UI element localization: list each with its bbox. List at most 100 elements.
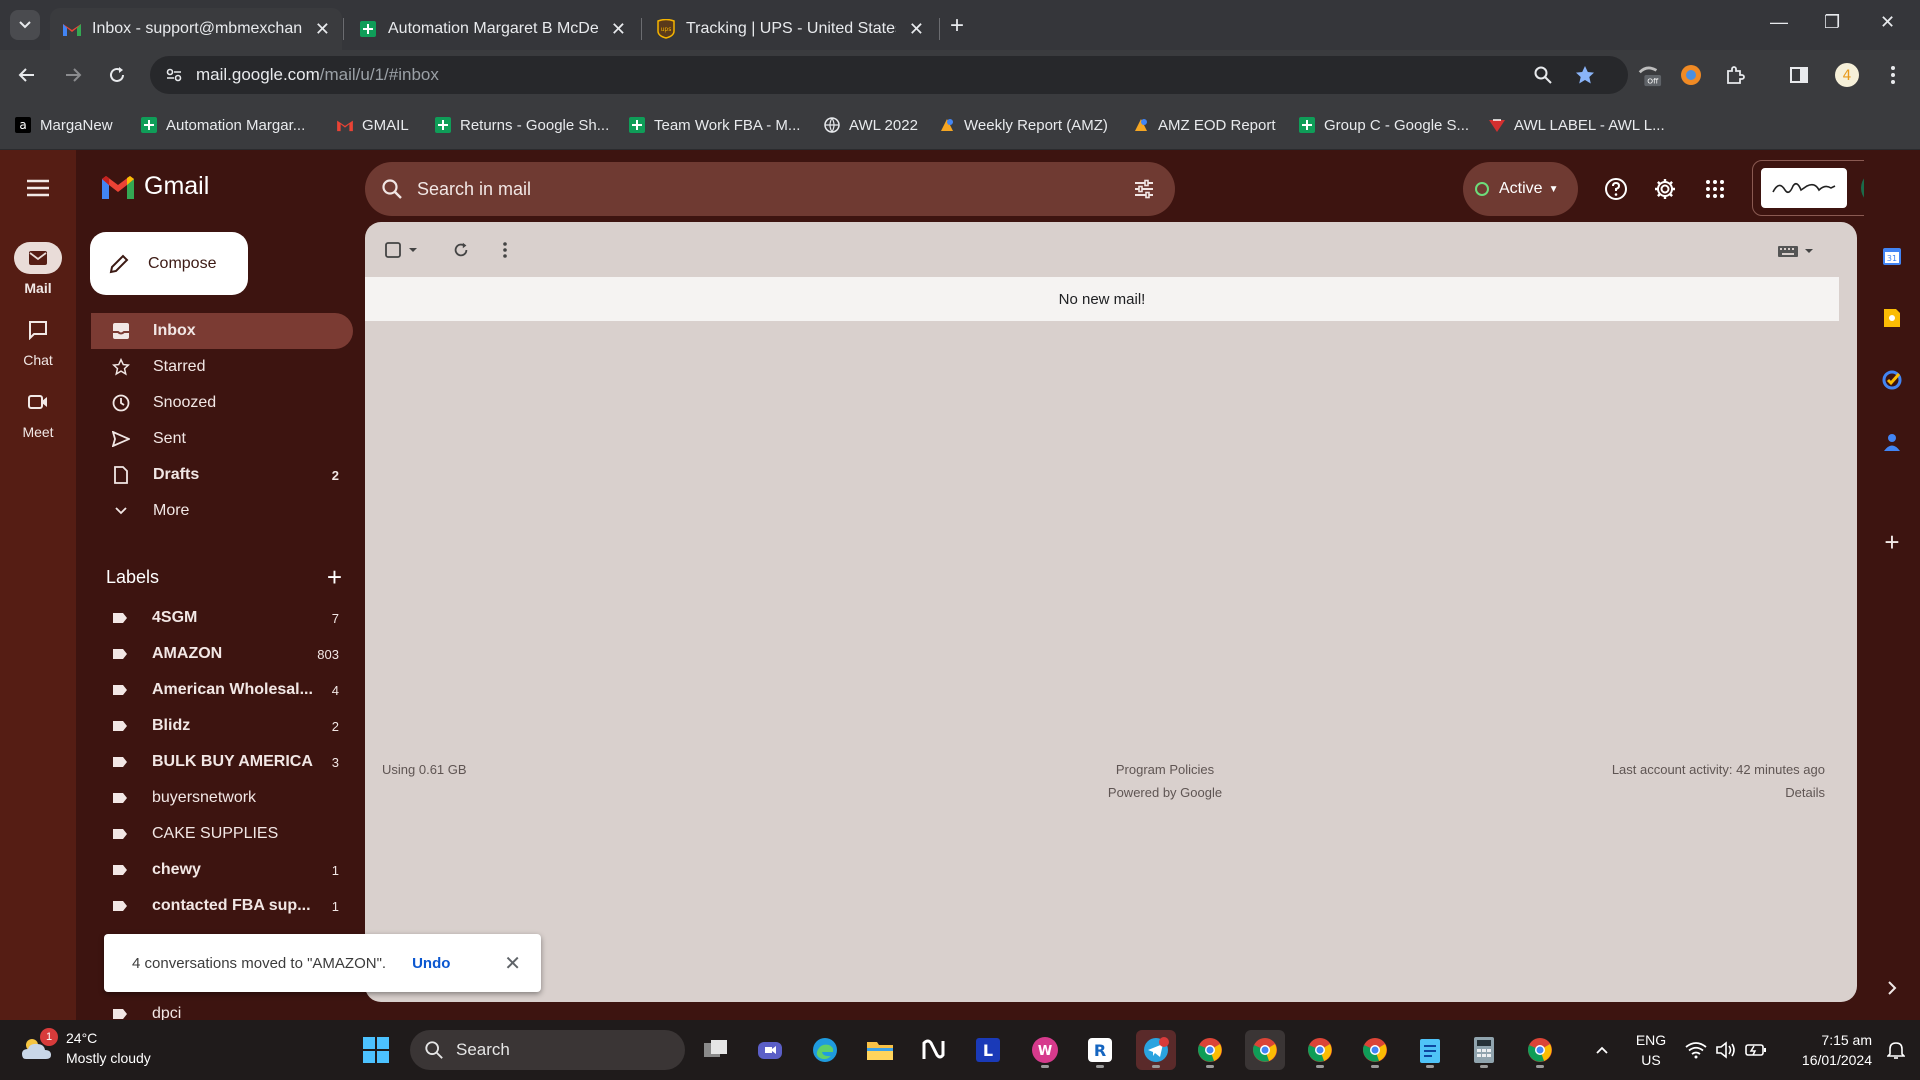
clock[interactable]: 7:15 am 16/01/2024 — [1782, 1030, 1872, 1070]
program-policies-link[interactable]: Program Policies — [1005, 762, 1325, 777]
search-icon[interactable] — [381, 178, 403, 200]
bookmark-weekly-report[interactable]: Weekly Report (AMZ) — [938, 114, 1108, 136]
nav-snoozed[interactable]: Snoozed — [91, 385, 353, 421]
calendar-icon[interactable]: 31 — [1880, 244, 1904, 268]
forward-arrow-icon[interactable] — [60, 62, 86, 88]
select-all-checkbox[interactable] — [385, 242, 421, 258]
chevron-right-icon[interactable] — [1880, 976, 1904, 1000]
app-n-icon[interactable] — [914, 1030, 954, 1070]
keep-icon[interactable] — [1880, 306, 1904, 330]
calculator-icon[interactable] — [1464, 1030, 1504, 1070]
label-item[interactable]: AMAZON 803 — [91, 636, 353, 672]
extension-orange-icon[interactable] — [1678, 62, 1704, 88]
search-input[interactable]: Search in mail — [417, 179, 531, 200]
label-item[interactable]: 4SGM 7 — [91, 600, 353, 636]
file-explorer-icon[interactable] — [860, 1030, 900, 1070]
tab-inbox[interactable]: Inbox - support@mbmexchange.com ✕ — [50, 8, 342, 50]
rail-meet[interactable]: Meet — [0, 386, 76, 440]
windows-start-icon[interactable] — [362, 1036, 390, 1064]
site-settings-icon[interactable] — [164, 65, 186, 85]
taskbar-search[interactable]: Search — [410, 1030, 685, 1070]
input-language[interactable]: ENG US — [1628, 1030, 1674, 1070]
bookmark-gmail[interactable]: GMAIL — [336, 114, 409, 136]
edge-icon[interactable] — [805, 1030, 845, 1070]
tab-ups-tracking[interactable]: ups Tracking | UPS - United States ✕ — [644, 8, 936, 50]
nav-starred[interactable]: Starred — [91, 349, 353, 385]
teams-meet-icon[interactable] — [750, 1030, 790, 1070]
notification-bell-icon[interactable] — [1876, 1030, 1916, 1070]
bookmark-returns[interactable]: Returns - Google Sh... — [434, 114, 609, 136]
reload-icon[interactable] — [104, 62, 130, 88]
label-item[interactable]: chewy 1 — [91, 852, 353, 888]
new-tab-plus-icon[interactable]: + — [950, 12, 964, 40]
bookmark-awl-label[interactable]: AWL LABEL - AWL L... — [1488, 114, 1665, 136]
app-w-icon[interactable]: W — [1025, 1030, 1065, 1070]
bookmark-group-c[interactable]: Group C - Google S... — [1298, 114, 1469, 136]
nav-drafts[interactable]: Drafts 2 — [91, 457, 353, 493]
add-addon-plus-icon[interactable]: + — [1880, 527, 1904, 557]
search-options-icon[interactable] — [1133, 179, 1155, 199]
notepad-icon[interactable] — [1410, 1030, 1450, 1070]
compose-button[interactable]: Compose — [90, 232, 248, 295]
tab-search-button[interactable] — [10, 10, 40, 40]
more-options-icon[interactable] — [502, 241, 508, 259]
input-tools-keyboard-icon[interactable] — [1777, 244, 1815, 258]
task-view-icon[interactable] — [696, 1030, 736, 1070]
settings-gear-icon[interactable] — [1652, 176, 1678, 202]
undo-button[interactable]: Undo — [412, 955, 450, 972]
apps-grid-icon[interactable] — [1702, 176, 1728, 202]
tray-chevron-up-icon[interactable] — [1582, 1030, 1622, 1070]
gmail-logo[interactable]: Gmail — [100, 172, 209, 201]
chrome-profile-1-icon[interactable] — [1190, 1030, 1230, 1070]
bookmark-star-icon[interactable] — [1572, 62, 1598, 88]
nav-more[interactable]: More — [91, 493, 353, 529]
search-bar[interactable]: Search in mail — [365, 162, 1175, 216]
bookmark-team-work[interactable]: Team Work FBA - M... — [628, 114, 800, 136]
close-icon[interactable]: ✕ — [899, 19, 924, 40]
app-r-icon[interactable]: R — [1080, 1030, 1120, 1070]
tasks-icon[interactable] — [1880, 368, 1904, 392]
nav-sent[interactable]: Sent — [91, 421, 353, 457]
add-label-plus-icon[interactable]: + — [327, 562, 342, 593]
window-close-icon[interactable]: ✕ — [1880, 12, 1895, 33]
main-menu-icon[interactable] — [24, 178, 52, 198]
rail-chat[interactable]: Chat — [0, 314, 76, 368]
weather-widget[interactable]: 1 24°C Mostly cloudy — [20, 1028, 151, 1068]
chrome-profile-3-icon[interactable] — [1300, 1030, 1340, 1070]
chrome-profile-5-icon[interactable] — [1520, 1030, 1560, 1070]
minimize-icon[interactable]: — — [1770, 12, 1788, 33]
quick-settings[interactable] — [1676, 1030, 1776, 1070]
extensions-puzzle-icon[interactable] — [1722, 62, 1748, 88]
label-item[interactable]: BULK BUY AMERICA 3 — [91, 744, 353, 780]
close-icon[interactable]: ✕ — [305, 19, 330, 40]
status-dropdown[interactable]: Active ▼ — [1463, 162, 1578, 216]
close-icon[interactable]: ✕ — [504, 951, 521, 976]
bookmark-amz-eod[interactable]: AMZ EOD Report — [1132, 114, 1276, 136]
label-item[interactable]: contacted FBA sup... 1 — [91, 888, 353, 924]
label-item[interactable]: CAKE SUPPLIES — [91, 816, 353, 852]
zoom-icon[interactable] — [1530, 62, 1556, 88]
label-item[interactable]: American Wholesal... 4 — [91, 672, 353, 708]
tab-automation[interactable]: Automation Margaret B McDermott ✕ — [346, 8, 638, 50]
address-bar[interactable]: mail.google.com/mail/u/1/#inbox — [150, 56, 1628, 94]
chrome-menu-icon[interactable] — [1880, 62, 1906, 88]
telegram-icon[interactable] — [1136, 1030, 1176, 1070]
app-l-icon[interactable]: L — [968, 1030, 1008, 1070]
activity-details-link[interactable]: Details — [1395, 785, 1825, 800]
bookmark-awl-2022[interactable]: AWL 2022 — [823, 114, 918, 136]
close-icon[interactable]: ✕ — [601, 19, 626, 40]
help-icon[interactable] — [1603, 176, 1629, 202]
back-arrow-icon[interactable] — [14, 62, 40, 88]
restore-icon[interactable]: ❐ — [1824, 12, 1840, 33]
profile-avatar-icon[interactable]: 4 — [1834, 62, 1860, 88]
nav-inbox[interactable]: Inbox — [91, 313, 353, 349]
bookmark-automation[interactable]: Automation Margar... — [140, 114, 305, 136]
refresh-icon[interactable] — [452, 241, 470, 259]
bookmark-marganew[interactable]: a MargaNew — [14, 114, 113, 136]
rail-mail[interactable]: Mail — [0, 242, 76, 296]
chrome-profile-4-icon[interactable] — [1355, 1030, 1395, 1070]
label-item[interactable]: buyersnetwork — [91, 780, 353, 816]
side-panel-icon[interactable] — [1786, 62, 1812, 88]
chrome-profile-2-icon[interactable] — [1245, 1030, 1285, 1070]
extension-off-icon[interactable]: Off — [1636, 62, 1662, 88]
